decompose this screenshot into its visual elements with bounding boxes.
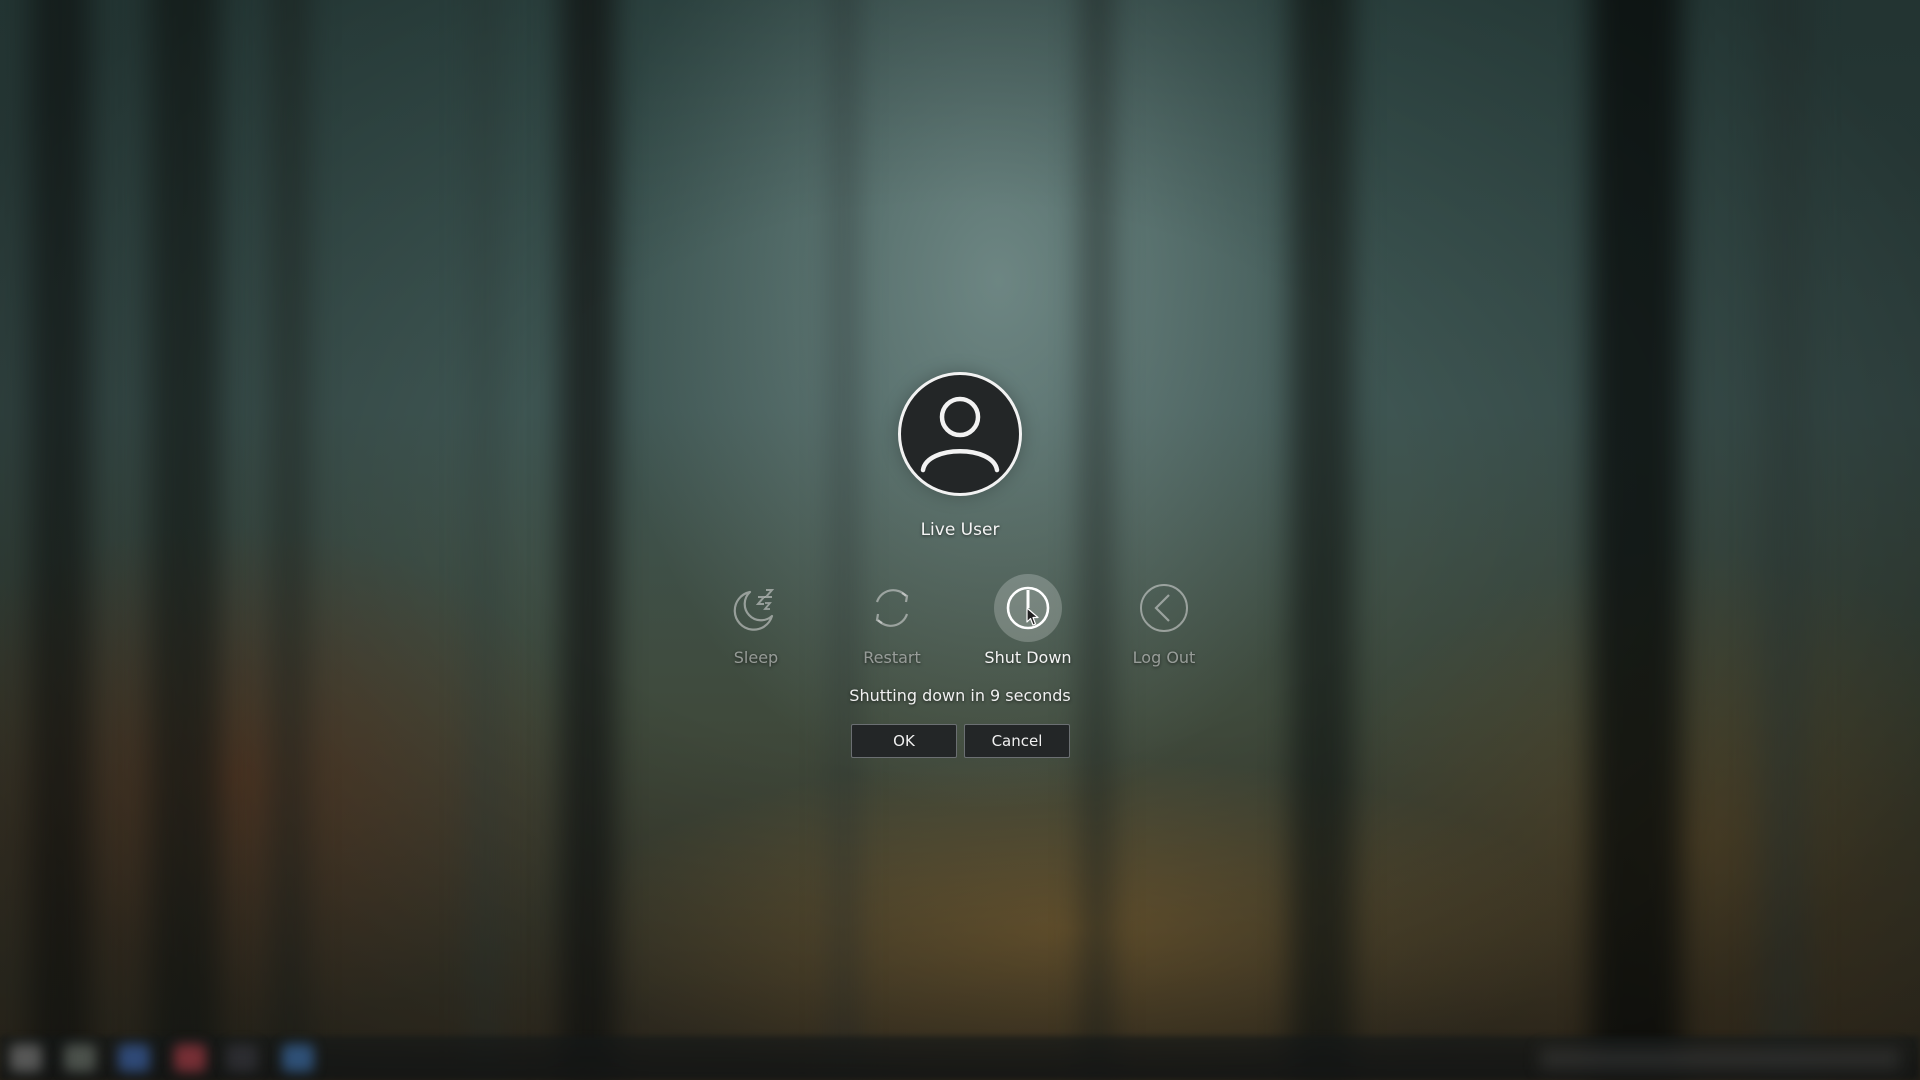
ok-button[interactable]: OK <box>851 724 957 758</box>
shutdown-label: Shut Down <box>984 648 1072 667</box>
shutdown-countdown-text: Shutting down in 9 seconds <box>849 686 1071 705</box>
cancel-button[interactable]: Cancel <box>964 724 1070 758</box>
taskbar-app-icon <box>174 1044 206 1072</box>
user-avatar <box>898 372 1022 496</box>
sleep-icon <box>733 589 775 631</box>
taskbar-app-icon <box>226 1044 258 1072</box>
logout-label: Log Out <box>1132 648 1196 667</box>
system-tray <box>1540 1048 1900 1070</box>
logout-button[interactable]: Log Out <box>1094 574 1234 674</box>
logout-icon <box>1140 584 1188 632</box>
mouse-pointer-icon <box>1026 607 1039 626</box>
user-avatar-icon <box>920 396 1000 473</box>
restart-icon <box>875 589 909 627</box>
taskbar-app-icon <box>118 1044 150 1072</box>
taskbar-app-icon <box>64 1044 96 1072</box>
restart-button[interactable]: Restart <box>822 574 962 674</box>
restart-label: Restart <box>863 648 921 667</box>
sleep-button[interactable]: Sleep <box>686 574 826 674</box>
taskbar-launcher-icon <box>10 1044 42 1072</box>
sleep-label: Sleep <box>733 648 779 667</box>
user-name: Live User <box>920 520 1000 540</box>
taskbar-app-icon <box>282 1044 314 1072</box>
logout-dialog: Live User Sleep Restart Shut Down Log Ou… <box>0 372 1920 772</box>
